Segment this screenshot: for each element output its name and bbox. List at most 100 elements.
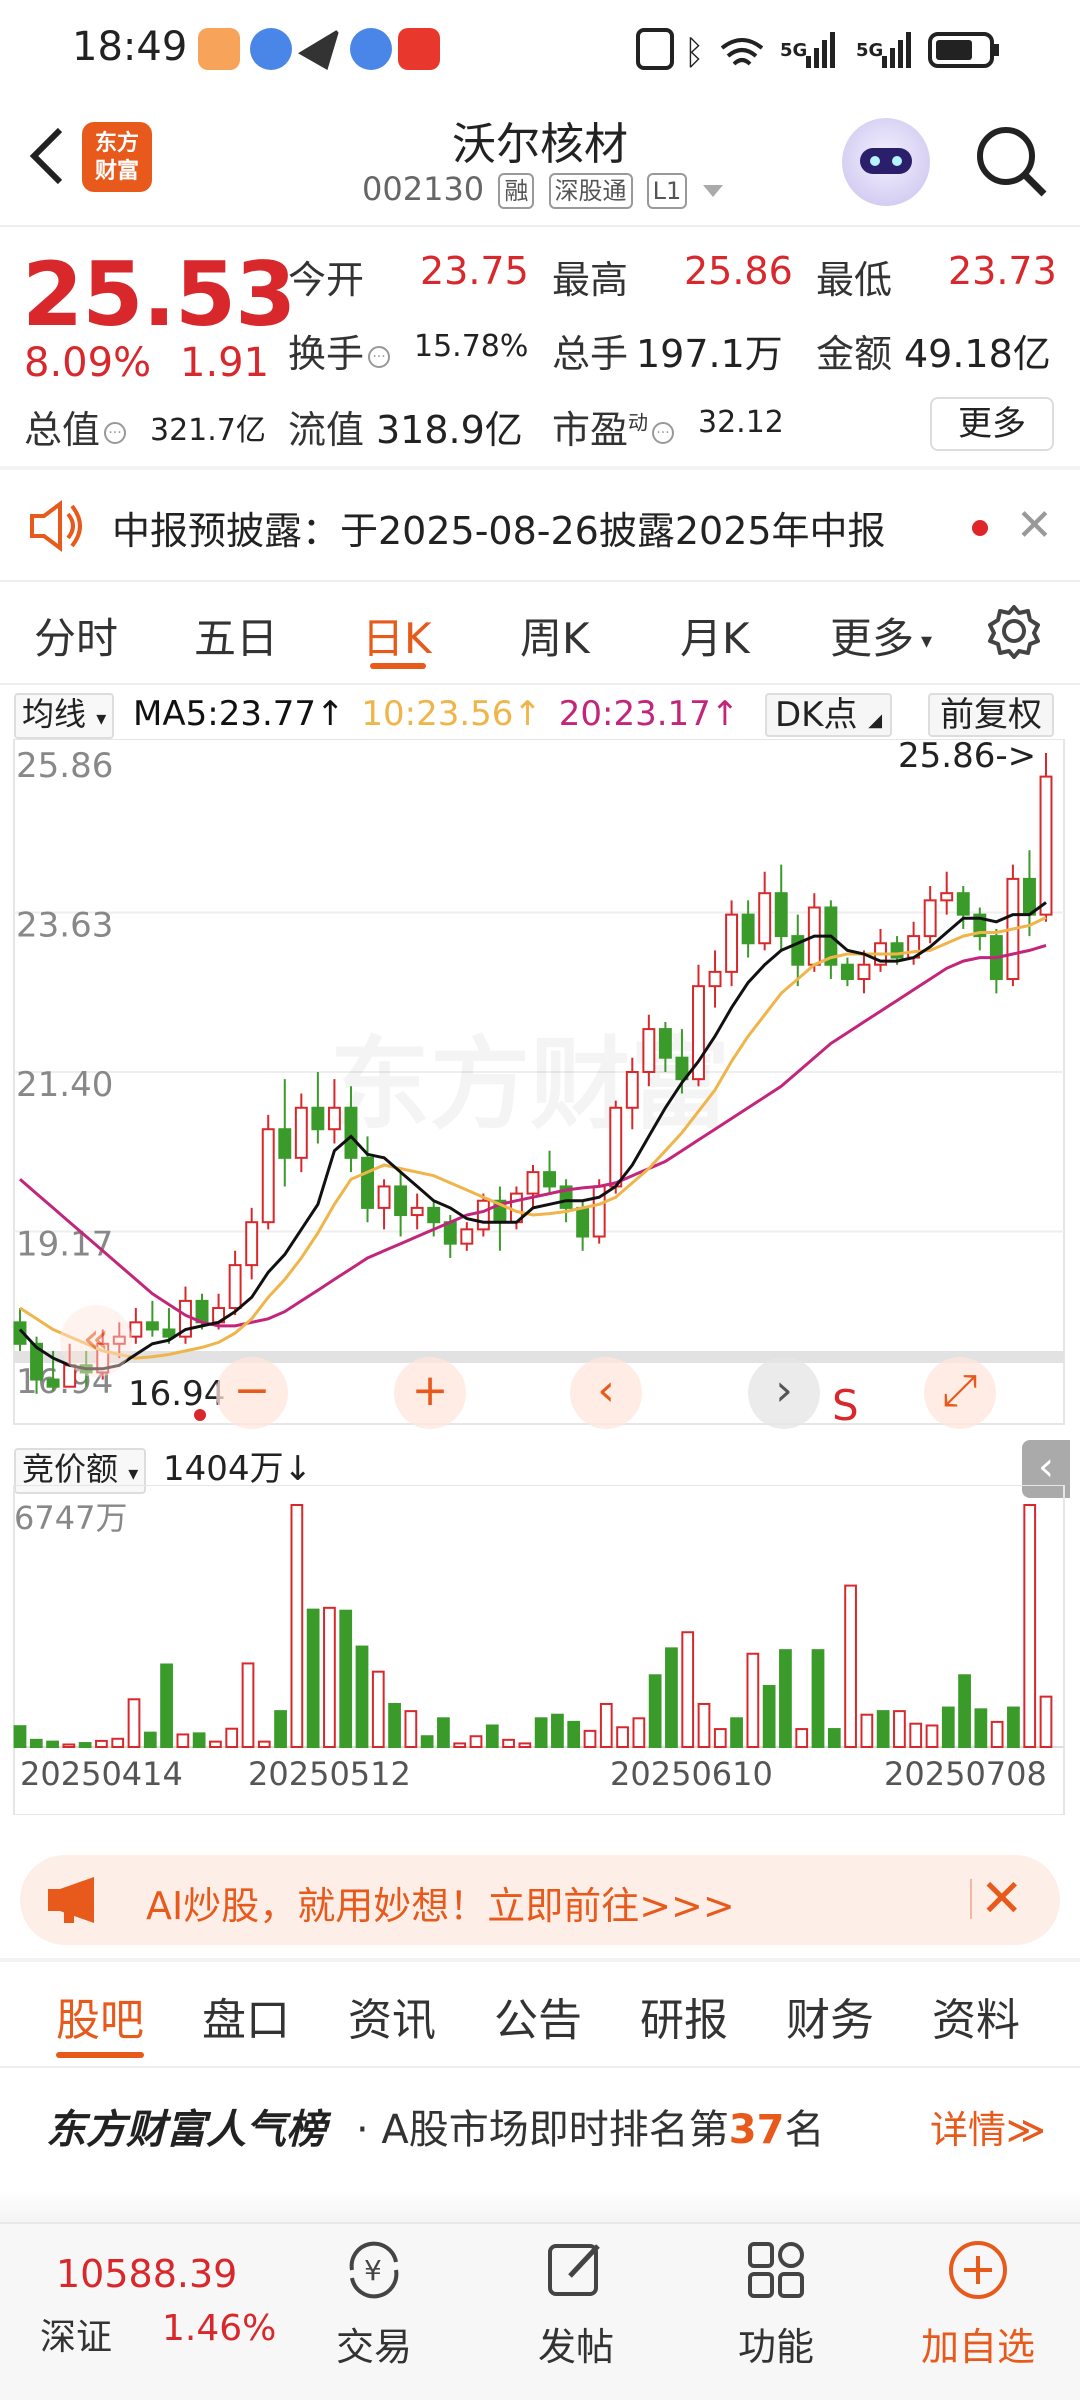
volume-bar bbox=[502, 1738, 515, 1749]
add-watchlist-button[interactable]: 加自选 bbox=[918, 2234, 1038, 2371]
notice-bar[interactable]: 中报预披露：于2025-08-26披露2025年中报 ✕ bbox=[0, 470, 1080, 580]
edit-icon bbox=[548, 2244, 600, 2296]
amount-value: 49.18亿 bbox=[904, 332, 1051, 376]
volume-bar bbox=[241, 1662, 255, 1748]
plus-circle-icon bbox=[949, 2241, 1007, 2299]
open-value: 23.75 bbox=[420, 249, 529, 293]
info-icon[interactable]: ··· bbox=[652, 421, 675, 444]
candle-body bbox=[840, 963, 854, 981]
app-icon bbox=[398, 28, 440, 70]
tab-announcements[interactable]: 公告 bbox=[494, 1984, 582, 2048]
status-time: 18:49 bbox=[72, 24, 188, 70]
tab-finance[interactable]: 财务 bbox=[786, 1984, 874, 2048]
volume-indicator-value: 1404万↓ bbox=[163, 1449, 313, 1489]
trade-button[interactable]: ¥ 交易 bbox=[314, 2234, 434, 2371]
current-price: 25.53 bbox=[22, 243, 296, 346]
adjust-select[interactable]: 前复权 bbox=[928, 693, 1054, 737]
volume-bar bbox=[551, 1713, 564, 1748]
candle-body bbox=[1022, 877, 1036, 916]
info-icon[interactable]: ··· bbox=[368, 345, 391, 368]
popularity-rank-row[interactable]: 东方财富人气榜 · A股市场即时排名第37名 详情≫ bbox=[0, 2075, 1080, 2165]
unread-dot bbox=[972, 520, 988, 536]
ma20-value: 20:23.17↑ bbox=[558, 694, 740, 734]
more-button[interactable]: 更多 bbox=[930, 397, 1054, 451]
tab-pankou[interactable]: 盘口 bbox=[202, 1984, 290, 2048]
x-tick-label: 20250708 bbox=[884, 1755, 1047, 1793]
gear-icon[interactable] bbox=[986, 603, 1042, 659]
volume-bar bbox=[990, 1720, 1004, 1749]
turnover-value: 15.78% bbox=[414, 329, 529, 364]
candle-body bbox=[741, 913, 755, 945]
tab-news[interactable]: 资讯 bbox=[348, 1984, 436, 2048]
volume-bar bbox=[111, 1737, 125, 1749]
scroll-left-button[interactable]: ‹ bbox=[570, 1357, 642, 1429]
tab-intraday[interactable]: 分时 bbox=[34, 605, 118, 666]
open-label: 今开 bbox=[288, 258, 365, 302]
candle-body bbox=[857, 963, 871, 981]
low-label: 最低 bbox=[816, 258, 893, 302]
period-tabs: 分时 五日 日K 周K 月K 更多 ▾ bbox=[0, 585, 1080, 685]
nfc-icon bbox=[636, 28, 674, 70]
close-icon[interactable]: ✕ bbox=[980, 1869, 1024, 1929]
browser-icon bbox=[350, 28, 392, 70]
volume-bar bbox=[62, 1743, 76, 1749]
candle-body bbox=[609, 1106, 623, 1188]
functions-button[interactable]: 功能 bbox=[716, 2234, 836, 2371]
high-label: 最高 bbox=[552, 258, 629, 302]
volume-bar bbox=[583, 1729, 597, 1749]
tab-five-day[interactable]: 五日 bbox=[194, 605, 278, 666]
candle-body bbox=[394, 1185, 408, 1217]
browser-icon bbox=[250, 28, 292, 70]
divider bbox=[0, 2066, 1080, 2068]
tab-daily-k[interactable]: 日K bbox=[362, 605, 432, 666]
pe-label: 市盈动 ··· bbox=[552, 399, 678, 454]
volume-max-label: 6747万 bbox=[14, 1499, 127, 1537]
expand-icon[interactable]: ⤢ bbox=[924, 1357, 996, 1429]
kline-chart[interactable]: 25.8623.6321.4019.1716.94东方财富25.86->16.9… bbox=[0, 739, 1080, 1439]
volume-bar bbox=[274, 1710, 287, 1748]
close-icon[interactable]: ✕ bbox=[1016, 500, 1053, 551]
tab-guba[interactable]: 股吧 bbox=[56, 1984, 144, 2048]
candle-body bbox=[410, 1206, 424, 1217]
scroll-right-button[interactable]: › bbox=[748, 1357, 820, 1429]
volume-bar bbox=[437, 1717, 450, 1749]
chevron-left-double-icon[interactable]: « bbox=[60, 1305, 132, 1377]
zoom-out-button[interactable]: − bbox=[216, 1357, 288, 1429]
volume-bar bbox=[1023, 1504, 1037, 1748]
paper-plane-icon bbox=[298, 28, 340, 70]
volume-bar bbox=[958, 1674, 971, 1749]
rank-number: 37 bbox=[728, 2107, 785, 2153]
volume-bar bbox=[941, 1706, 955, 1748]
y-tick-label: 21.40 bbox=[16, 1065, 113, 1105]
s-point-marker[interactable]: S bbox=[832, 1381, 859, 1430]
info-icon[interactable]: ··· bbox=[104, 421, 127, 444]
dk-point-select[interactable]: DK点 ◢ bbox=[765, 693, 893, 737]
tab-more[interactable]: 更多 ▾ bbox=[830, 605, 932, 666]
rank-detail-link[interactable]: 详情≫ bbox=[930, 2099, 1046, 2154]
volume-bar bbox=[599, 1702, 613, 1748]
megaphone-icon bbox=[48, 1877, 94, 1923]
search-button[interactable] bbox=[972, 122, 1052, 202]
post-button[interactable]: 发帖 bbox=[516, 2234, 636, 2371]
low-marker: 16.94 bbox=[128, 1374, 225, 1414]
level-tag[interactable]: L1 bbox=[646, 173, 688, 209]
tab-research[interactable]: 研报 bbox=[640, 1984, 728, 2048]
volume-bar bbox=[632, 1717, 646, 1749]
tab-monthly-k[interactable]: 月K bbox=[680, 605, 750, 666]
ai-banner[interactable]: AI炒股，就用妙想！立即前往>>> ✕ bbox=[20, 1855, 1060, 1945]
tab-profile[interactable]: 资料 bbox=[932, 1984, 1020, 2048]
chevron-down-icon[interactable] bbox=[703, 185, 724, 197]
volume-bar bbox=[681, 1631, 695, 1749]
volume-bar bbox=[762, 1685, 776, 1748]
volume-chart[interactable]: 6747万 20250414 20250512 20250610 20250708 bbox=[0, 1485, 1080, 1815]
volume-label: 总手 bbox=[552, 332, 629, 376]
volume-bar bbox=[176, 1733, 190, 1749]
currency-cycle-icon: ¥ bbox=[349, 2241, 399, 2299]
ai-assistant-robot-icon[interactable] bbox=[842, 118, 930, 206]
zoom-in-button[interactable]: + bbox=[394, 1357, 466, 1429]
tab-weekly-k[interactable]: 周K bbox=[520, 605, 590, 666]
volume-bar bbox=[13, 1725, 27, 1749]
candle-body bbox=[725, 913, 739, 973]
indicator-select[interactable]: 均线 ▾ bbox=[14, 693, 115, 739]
candle-body bbox=[758, 892, 772, 945]
